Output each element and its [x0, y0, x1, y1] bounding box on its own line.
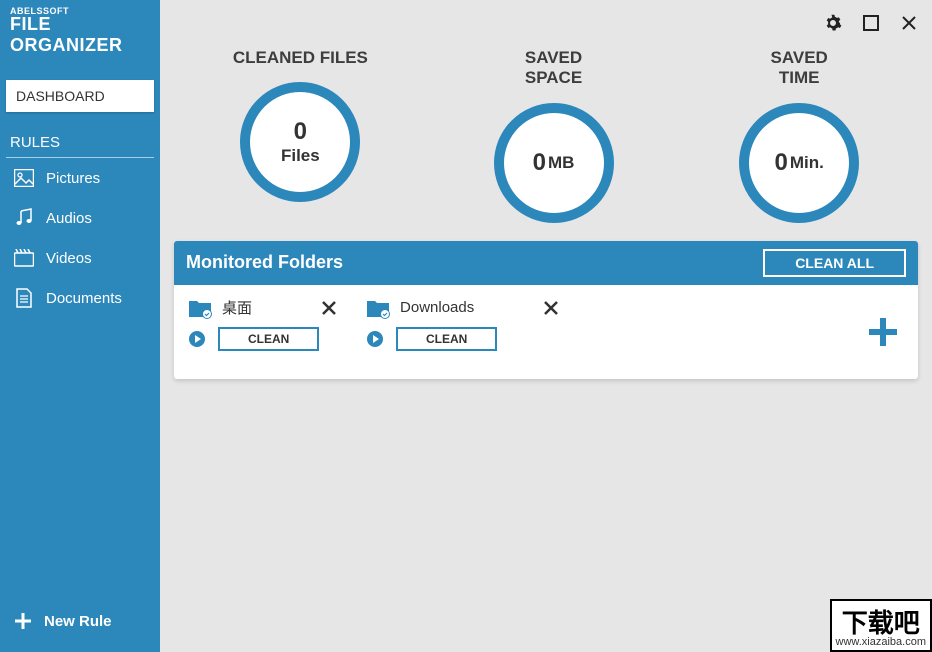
- sidebar-spacer: [0, 318, 160, 598]
- audios-icon: [14, 208, 34, 228]
- folder-icon: [366, 297, 390, 319]
- clean-button[interactable]: CLEAN: [218, 327, 319, 351]
- sidebar-item-documents[interactable]: Documents: [0, 278, 160, 318]
- close-icon[interactable]: [900, 14, 918, 32]
- stat-circle: 0 MB: [494, 103, 614, 223]
- stat-circle: 0 Files: [240, 82, 360, 202]
- folder-name: 桌面: [222, 297, 252, 318]
- videos-icon: [14, 248, 34, 268]
- folder-bottom: CLEAN: [366, 327, 558, 351]
- pictures-icon: [14, 168, 34, 188]
- folder-top: 桌面: [188, 297, 336, 319]
- stat-saved-time: SAVEDTIME 0 Min.: [739, 48, 859, 223]
- sidebar: ABELSSOFT FILE ORGANIZER DASHBOARD RULES…: [0, 0, 160, 652]
- watermark: 下载吧 www.xiazaiba.com: [830, 599, 932, 652]
- clean-all-button[interactable]: CLEAN ALL: [763, 249, 906, 277]
- stat-value: 0: [533, 149, 546, 177]
- folder-icon: [188, 297, 212, 319]
- folder-item: 桌面 CLEAN: [188, 297, 336, 351]
- stat-title: CLEANED FILES: [233, 48, 368, 68]
- card-header: Monitored Folders CLEAN ALL: [174, 241, 918, 285]
- folder-bottom: CLEAN: [188, 327, 336, 351]
- stat-saved-space: SAVEDSPACE 0 MB: [494, 48, 614, 223]
- stat-cleaned-files: CLEANED FILES 0 Files: [233, 48, 368, 223]
- stats-row: CLEANED FILES 0 Files SAVEDSPACE 0 MB SA…: [160, 0, 932, 237]
- new-rule-button[interactable]: New Rule: [0, 598, 160, 652]
- window-controls: [824, 14, 918, 32]
- folder-item: Downloads CLEAN: [366, 297, 558, 351]
- stat-title: SAVEDTIME: [771, 48, 828, 89]
- dashboard-button[interactable]: DASHBOARD: [6, 80, 154, 112]
- maximize-icon[interactable]: [862, 14, 880, 32]
- rules-header: RULES: [6, 126, 154, 158]
- card-title: Monitored Folders: [186, 252, 343, 273]
- main: CLEANED FILES 0 Files SAVEDSPACE 0 MB SA…: [160, 0, 932, 652]
- sidebar-item-audios[interactable]: Audios: [0, 198, 160, 238]
- monitored-folders-card: Monitored Folders CLEAN ALL 桌面: [174, 241, 918, 379]
- play-icon[interactable]: [188, 330, 206, 348]
- add-folder-button[interactable]: [866, 315, 900, 349]
- stat-value: 0: [294, 118, 307, 146]
- sidebar-item-videos[interactable]: Videos: [0, 238, 160, 278]
- sidebar-item-label: Videos: [46, 250, 92, 267]
- stat-circle: 0 Min.: [739, 103, 859, 223]
- brand-main: FILE ORGANIZER: [10, 14, 150, 56]
- stat-title: SAVEDSPACE: [525, 48, 582, 89]
- stat-unit: MB: [548, 153, 574, 173]
- remove-folder-icon[interactable]: [544, 301, 558, 315]
- remove-folder-icon[interactable]: [322, 301, 336, 315]
- clean-button[interactable]: CLEAN: [396, 327, 497, 351]
- gear-icon[interactable]: [824, 14, 842, 32]
- sidebar-item-label: Audios: [46, 210, 92, 227]
- watermark-text: 下载吧: [836, 603, 926, 640]
- documents-icon: [14, 288, 34, 308]
- sidebar-item-label: Documents: [46, 290, 122, 307]
- stat-unit: Files: [281, 146, 320, 166]
- folder-name: Downloads: [400, 299, 474, 316]
- sidebar-item-label: Pictures: [46, 170, 100, 187]
- new-rule-label: New Rule: [44, 613, 112, 630]
- stat-value: 0: [774, 149, 787, 177]
- plus-icon: [14, 612, 32, 630]
- stat-unit: Min.: [790, 153, 824, 173]
- folder-top: Downloads: [366, 297, 558, 319]
- brand: ABELSSOFT FILE ORGANIZER: [0, 0, 160, 64]
- watermark-url: www.xiazaiba.com: [836, 636, 926, 648]
- card-body: 桌面 CLEAN Downloads: [174, 285, 918, 379]
- sidebar-item-pictures[interactable]: Pictures: [0, 158, 160, 198]
- play-icon[interactable]: [366, 330, 384, 348]
